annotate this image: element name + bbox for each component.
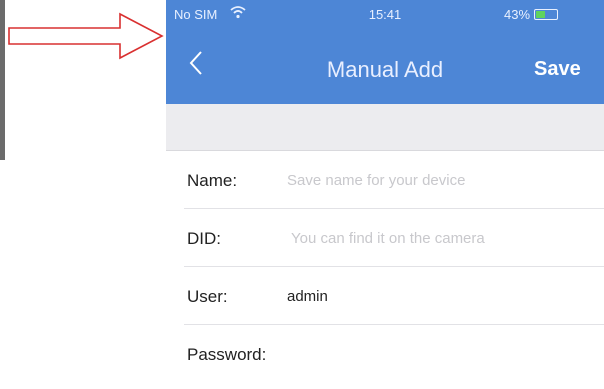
battery-icon xyxy=(534,9,558,20)
annotation-arrow-icon xyxy=(8,12,164,60)
status-bar: No SIM 15:41 43% xyxy=(166,0,604,30)
password-input[interactable] xyxy=(287,342,587,368)
name-input[interactable] xyxy=(287,168,587,194)
did-input[interactable] xyxy=(291,226,587,252)
did-label: DID: xyxy=(187,229,221,248)
battery-percent: 43% xyxy=(504,7,531,22)
save-button[interactable]: Save xyxy=(534,58,581,81)
battery-fill xyxy=(536,11,545,18)
user-label: User: xyxy=(187,287,228,306)
name-label: Name: xyxy=(187,171,238,190)
user-input[interactable] xyxy=(287,284,587,310)
navigation-bar: Manual Add Save xyxy=(166,30,604,104)
did-row: DID: xyxy=(166,209,604,267)
phone-screen: No SIM 15:41 43% Manual Add Save Name: D… xyxy=(166,0,604,389)
password-row: Password: xyxy=(166,325,604,383)
section-spacer xyxy=(166,104,604,151)
user-row: User: xyxy=(166,267,604,325)
name-row: Name: xyxy=(166,151,604,209)
password-label: Password: xyxy=(187,345,267,364)
